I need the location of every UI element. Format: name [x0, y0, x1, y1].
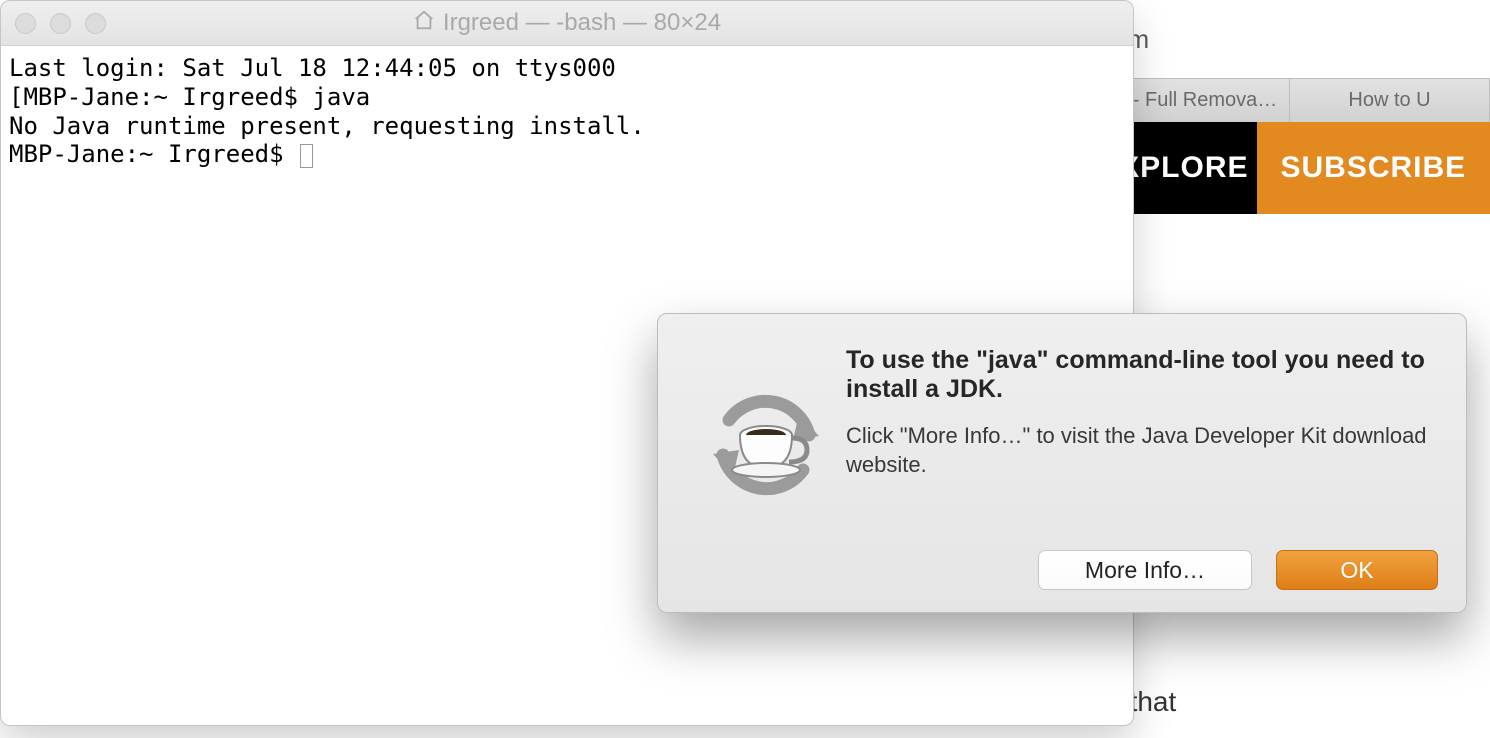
dialog-icon-column — [686, 340, 846, 590]
java-update-icon — [701, 380, 831, 515]
browser-tabs: lac - Full Remova… How to U — [1090, 78, 1490, 122]
browser-tab[interactable]: How to U — [1290, 78, 1490, 122]
terminal-title: Irgreed — -bash — 80×24 — [443, 9, 721, 37]
minimize-button[interactable] — [50, 13, 71, 34]
dialog-title: To use the "java" command-line tool you … — [846, 346, 1438, 404]
zoom-button[interactable] — [85, 13, 106, 34]
dialog-description: Click "More Info…" to visit the Java Dev… — [846, 422, 1438, 479]
terminal-line: MBP-Jane:~ Irgreed$ — [9, 140, 298, 168]
dialog-message-column: To use the "java" command-line tool you … — [846, 340, 1438, 590]
home-icon — [413, 9, 435, 38]
close-button[interactable] — [15, 13, 36, 34]
dialog-buttons: More Info… OK — [846, 550, 1438, 590]
nav-subscribe-button[interactable]: SUBSCRIBE — [1257, 122, 1490, 214]
window-controls — [15, 13, 106, 34]
site-navbar: EXPLORE SUBSCRIBE — [1090, 122, 1490, 214]
address-bar-fragment: com — [1090, 0, 1490, 78]
terminal-body[interactable]: Last login: Sat Jul 18 12:44:05 on ttys0… — [1, 46, 1133, 177]
terminal-titlebar: Irgreed — -bash — 80×24 — [1, 1, 1133, 46]
terminal-line: [MBP-Jane:~ Irgreed$ java — [9, 83, 370, 111]
java-install-dialog: To use the "java" command-line tool you … — [657, 313, 1467, 613]
terminal-cursor — [300, 144, 313, 168]
ok-button[interactable]: OK — [1276, 550, 1438, 590]
terminal-line: No Java runtime present, requesting inst… — [9, 112, 645, 140]
terminal-line: Last login: Sat Jul 18 12:44:05 on ttys0… — [9, 54, 616, 82]
more-info-button[interactable]: More Info… — [1038, 550, 1252, 590]
